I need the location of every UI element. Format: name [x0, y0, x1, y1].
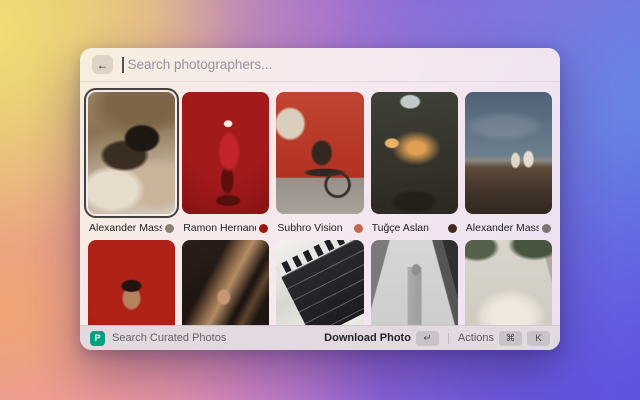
- search-bar: ←: [80, 48, 560, 81]
- search-input[interactable]: [128, 57, 549, 72]
- photo-average-color-dot: [165, 224, 174, 233]
- launcher-window: ← Alexander Mass Ramon Hernandez Subhro …: [80, 48, 560, 350]
- photo-grid-row-2: [88, 240, 552, 326]
- photo-grid-row-1: [88, 92, 552, 214]
- photographer-label: Ramon Hernandez: [182, 222, 269, 234]
- photo-thumbnail-city-tower-black-white[interactable]: [371, 240, 458, 326]
- footer-divider: [448, 333, 449, 344]
- pexels-letter: P: [94, 333, 100, 343]
- photographer-name: Subhro Vision: [277, 222, 342, 234]
- pexels-app-icon: P: [90, 331, 105, 346]
- photo-thumbnail-clapperboard-on-fabric[interactable]: [276, 240, 363, 326]
- photo-thumbnail-woman-in-red-on-stool[interactable]: [182, 92, 269, 214]
- photo-thumbnail-cafe-storefront-at-dusk[interactable]: [371, 92, 458, 214]
- command-key-icon: ⌘: [499, 331, 522, 346]
- photo-average-color-dot: [448, 224, 457, 233]
- photo-thumbnail-couple-walking-on-shore[interactable]: [465, 92, 552, 214]
- photographer-label: Alexander Mass: [465, 222, 552, 234]
- results-grid-area: Alexander Mass Ramon Hernandez Subhro Vi…: [80, 82, 560, 326]
- actions-label: Actions: [458, 332, 494, 344]
- photographer-name: Alexander Mass: [89, 222, 162, 234]
- photo-thumbnail-couple-taking-photo-sepia[interactable]: [88, 92, 175, 214]
- footer-bar: P Search Curated Photos Download Photo ↵…: [80, 325, 560, 350]
- photographer-name: Ramon Hernandez: [183, 222, 256, 234]
- photo-thumbnail-woman-in-light-streaks[interactable]: [182, 240, 269, 326]
- photographer-label: Alexander Mass: [88, 222, 175, 234]
- photo-average-color-dot: [259, 224, 268, 233]
- photographer-labels-row: Alexander Mass Ramon Hernandez Subhro Vi…: [88, 222, 552, 234]
- photographer-name: Tuğçe Aslan: [372, 222, 429, 234]
- back-arrow-icon: ←: [97, 58, 109, 72]
- back-button[interactable]: ←: [92, 55, 113, 74]
- primary-action-label: Download Photo: [324, 332, 411, 344]
- return-key-icon: ↵: [416, 331, 439, 346]
- photographer-label: Tuğçe Aslan: [371, 222, 458, 234]
- photo-average-color-dot: [354, 224, 363, 233]
- photographer-label: Subhro Vision: [276, 222, 363, 234]
- photo-thumbnail-man-portrait-red-background[interactable]: [88, 240, 175, 326]
- primary-action-button[interactable]: Download Photo ↵: [324, 331, 439, 346]
- photographer-name: Alexander Mass: [466, 222, 539, 234]
- actions-menu-button[interactable]: Actions ⌘ K: [458, 331, 550, 346]
- photo-thumbnail-man-pulling-cart-red-wall[interactable]: [276, 92, 363, 214]
- photo-thumbnail-blossoming-tree[interactable]: [465, 240, 552, 326]
- photo-average-color-dot: [542, 224, 551, 233]
- k-key-icon: K: [527, 331, 550, 346]
- command-title: Search Curated Photos: [112, 332, 226, 344]
- text-cursor: [122, 57, 124, 73]
